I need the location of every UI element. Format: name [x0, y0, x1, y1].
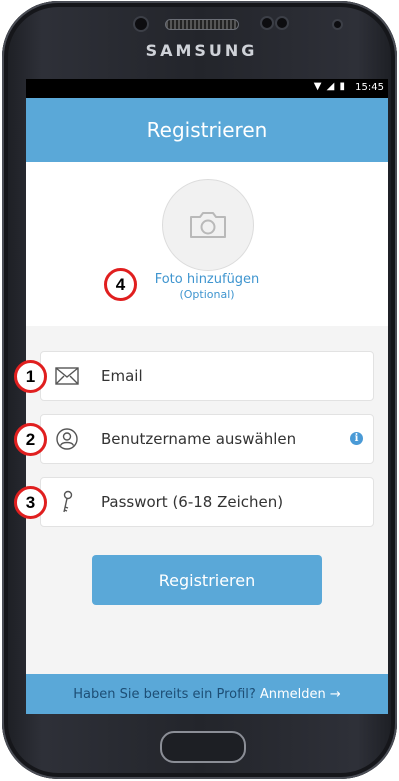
password-field-label: Passwort (6-18 Zeichen)	[101, 493, 284, 511]
username-field-label: Benutzername auswählen	[101, 430, 297, 448]
status-bar: ▼ ◢ ▮ 15:45	[26, 79, 388, 98]
annotation-badge-3: 3	[14, 486, 47, 519]
page-header: Registrieren	[26, 98, 388, 162]
username-field[interactable]: Benutzername auswählen i	[40, 414, 374, 464]
front-camera-icon	[133, 16, 149, 32]
register-button-label: Registrieren	[158, 570, 256, 590]
sensor-icon	[260, 16, 274, 30]
camera-icon	[190, 212, 226, 238]
user-icon	[55, 427, 79, 451]
earpiece-speaker	[165, 19, 239, 30]
photo-section: Foto hinzufügen (Optional)	[26, 162, 388, 326]
envelope-icon	[55, 364, 79, 388]
email-field-label: Email	[101, 367, 143, 385]
info-icon[interactable]: i	[350, 432, 363, 445]
login-link[interactable]: Anmelden →	[260, 687, 341, 702]
home-button[interactable]	[160, 731, 246, 763]
email-field[interactable]: Email	[40, 351, 374, 401]
password-field[interactable]: Passwort (6-18 Zeichen)	[40, 477, 374, 527]
status-time: 15:45	[355, 82, 384, 93]
annotation-badge-2: 2	[14, 423, 47, 456]
add-photo-button[interactable]	[162, 179, 254, 271]
annotation-badge-1: 1	[14, 360, 47, 393]
brand-logo: SAMSUNG	[145, 41, 258, 60]
login-question: Haben Sie bereits ein Profil?	[73, 686, 256, 702]
key-icon	[55, 490, 79, 514]
sensor-icon	[275, 16, 289, 30]
annotation-badge-4: 4	[104, 268, 137, 301]
page-title: Registrieren	[146, 118, 268, 142]
phone-frame: SAMSUNG ▼ ◢ ▮ 15:45 Registrieren Foto hi…	[2, 1, 397, 779]
add-photo-link[interactable]: Foto hinzufügen	[26, 272, 388, 287]
status-icons: ▼ ◢ ▮	[313, 81, 346, 92]
sensor-icon	[332, 19, 343, 30]
app-screen: ▼ ◢ ▮ 15:45 Registrieren Foto hinzufügen…	[26, 79, 388, 714]
register-button[interactable]: Registrieren	[92, 555, 322, 605]
optional-hint: (Optional)	[179, 288, 235, 301]
login-footer: Haben Sie bereits ein Profil? Anmelden →	[26, 674, 388, 714]
